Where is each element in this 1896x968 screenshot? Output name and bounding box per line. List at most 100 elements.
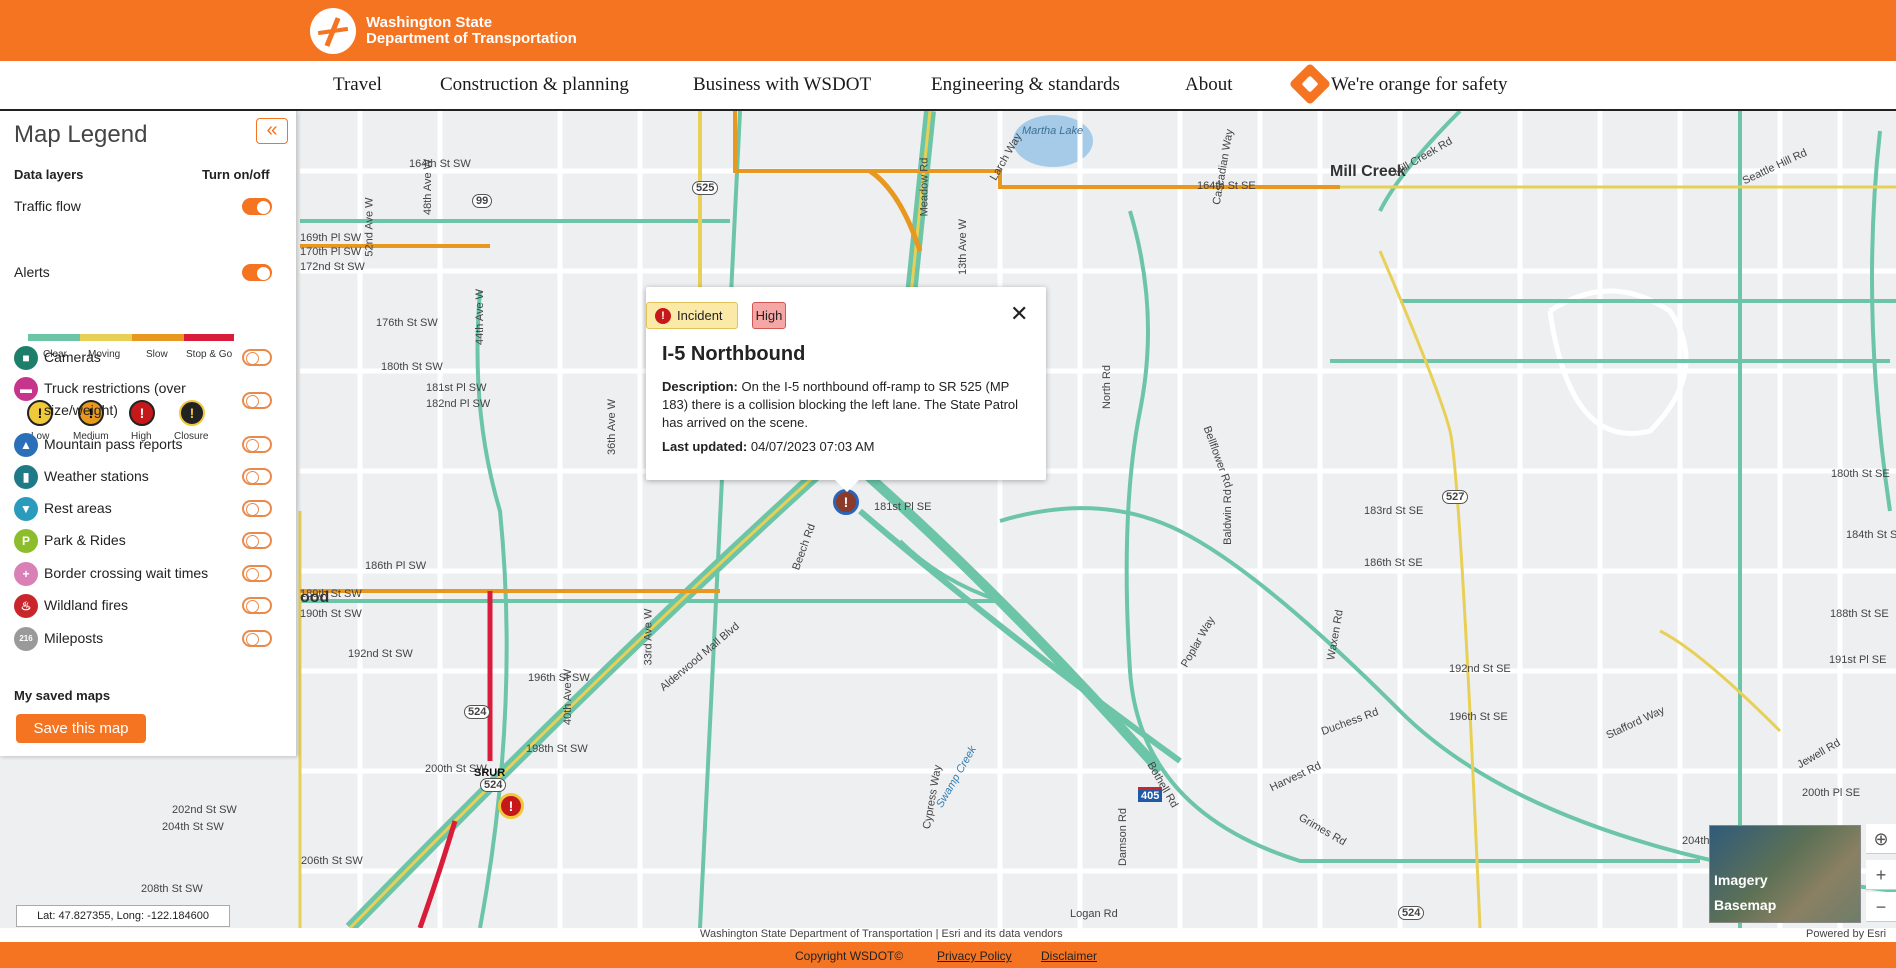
rest-area-icon: ▼ <box>14 497 38 521</box>
street-label: 164th St SW <box>409 158 471 170</box>
layer-park-label: Park & Rides <box>44 532 126 548</box>
congested-roads <box>298 111 1896 928</box>
street-label: 196th St SE <box>1449 711 1508 723</box>
agency-name-line2: Department of Transportation <box>366 30 577 47</box>
local-roads <box>300 111 1896 928</box>
nav-engineering-standards[interactable]: Engineering & standards <box>931 74 1120 96</box>
border-crossing-icon: + <box>14 562 38 586</box>
street-label: 208th St SW <box>141 883 203 895</box>
flow-moving-swatch <box>80 334 132 341</box>
site-header: Washington State Department of Transport… <box>0 0 1896 61</box>
street-label: 184th St SE <box>1846 529 1896 541</box>
alerts-toggle[interactable] <box>242 264 272 281</box>
route-shield-524: 524 <box>480 778 507 792</box>
imagery-basemap-toggle[interactable]: Imagery Basemap <box>1709 825 1861 923</box>
layer-truck-label: Truck restrictions (over <box>44 380 186 396</box>
layer-truck-label-2: size/weight) <box>44 402 118 418</box>
layer-border-toggle[interactable] <box>242 565 272 582</box>
saved-maps-heading: My saved maps <box>14 688 111 703</box>
street-label: Damson Rd <box>1117 807 1130 867</box>
layer-mileposts-toggle[interactable] <box>242 630 272 647</box>
nav-construction-planning[interactable]: Construction & planning <box>440 74 629 96</box>
map-attribution: Washington State Department of Transport… <box>0 928 1896 942</box>
street-label: 202nd St SW <box>172 804 237 816</box>
coordinates-readout: Lat: 47.827355, Long: -122.184600 <box>16 905 230 927</box>
street-label: 180th St SE <box>1831 468 1890 480</box>
save-map-button[interactable]: Save this map <box>16 714 146 743</box>
street-label: 182nd Pl SW <box>426 398 491 410</box>
street-label: 188th St SE <box>1830 608 1889 620</box>
close-icon[interactable]: ✕ <box>1010 301 1028 327</box>
street-label: 181st Pl SE <box>874 501 932 513</box>
legend-title: Map Legend <box>14 121 148 148</box>
flow-stop-go-label: Stop & Go <box>186 349 233 360</box>
camera-icon: ■ <box>14 346 38 370</box>
traffic-flow-toggle[interactable] <box>242 198 272 215</box>
street-label: 206th St SW <box>301 855 363 867</box>
route-shield-99: 99 <box>472 194 493 208</box>
layer-rest-label: Rest areas <box>44 500 112 516</box>
map-legend-panel: Map Legend « Data layers Turn on/off Tra… <box>0 111 297 756</box>
site-footer: Copyright WSDOT© Privacy Policy Disclaim… <box>0 942 1896 968</box>
street-label: 180th St SW <box>381 361 443 373</box>
layer-fires-toggle[interactable] <box>242 597 272 614</box>
layer-cameras-label: Cameras <box>44 349 101 365</box>
route-shield-527: 527 <box>1442 490 1469 504</box>
nav-about[interactable]: About <box>1185 74 1233 96</box>
selected-incident-marker[interactable]: ! <box>833 489 859 515</box>
street-label: 189th St SW <box>300 588 362 600</box>
incident-marker[interactable]: ! <box>498 793 524 819</box>
street-label: 48th Ave W <box>422 158 435 216</box>
nav-business-with-wsdot[interactable]: Business with WSDOT <box>693 74 871 96</box>
street-label: 186th St SE <box>1364 557 1423 569</box>
weather-station-icon: ▮ <box>14 465 38 489</box>
street-label: 200th Pl SE <box>1802 787 1861 799</box>
layer-mountain-toggle[interactable] <box>242 436 272 453</box>
alert-closure-icon: ! <box>179 400 205 426</box>
traffic-flow-label: Traffic flow <box>14 198 81 214</box>
route-shield-524: 524 <box>464 705 491 719</box>
street-label: 170th Pl SW <box>300 246 362 258</box>
disclaimer-link[interactable]: Disclaimer <box>1041 949 1097 963</box>
street-label: 44th Ave W <box>474 288 487 346</box>
layer-weather-label: Weather stations <box>44 468 149 484</box>
zoom-out-button[interactable]: − <box>1866 892 1896 922</box>
collapse-legend-button[interactable]: « <box>256 118 288 144</box>
milepost-icon: 216 <box>14 627 38 651</box>
street-label: 198th St SW <box>526 743 588 755</box>
street-label: 169th Pl SW <box>300 232 362 244</box>
alerts-label: Alerts <box>14 264 50 280</box>
street-label: Logan Rd <box>1070 908 1118 920</box>
flow-slow-swatch <box>132 334 184 341</box>
street-label: North Rd <box>1101 364 1114 410</box>
layer-truck-toggle[interactable] <box>242 392 272 409</box>
wsdot-logo[interactable]: Washington State Department of Transport… <box>310 8 577 54</box>
zoom-in-button[interactable]: + <box>1866 860 1896 890</box>
park-ride-icon: P <box>14 529 38 553</box>
turn-on-off-heading: Turn on/off <box>202 167 270 182</box>
street-label: 176th St SW <box>376 317 438 329</box>
layer-park-toggle[interactable] <box>242 532 272 549</box>
street-label: Meadow Rd <box>918 157 931 217</box>
layer-border-label: Border crossing wait times <box>44 565 209 581</box>
street-label: 192nd St SE <box>1449 663 1511 675</box>
layer-weather-toggle[interactable] <box>242 468 272 485</box>
layer-cameras-toggle[interactable] <box>242 349 272 366</box>
nav-travel[interactable]: Travel <box>333 74 382 96</box>
flow-stop-go-swatch <box>184 334 234 341</box>
layer-mileposts-label: Mileposts <box>44 630 104 646</box>
privacy-policy-link[interactable]: Privacy Policy <box>937 949 1012 963</box>
street-label: 183rd St SE <box>1364 505 1424 517</box>
street-label: 196th St SW <box>528 672 590 684</box>
street-label: 186th Pl SW <box>365 560 427 572</box>
street-label: 181st Pl SW <box>426 382 487 394</box>
popup-title: I-5 Northbound <box>662 343 806 365</box>
incident-type-tag: ! Incident <box>646 302 738 329</box>
locate-icon[interactable]: ⊕ <box>1866 824 1896 854</box>
layer-fires-label: Wildland fires <box>44 597 129 613</box>
nav-orange-for-safety[interactable]: We're orange for safety <box>1331 74 1508 96</box>
main-nav: Travel Construction & planning Business … <box>0 61 1896 111</box>
layer-rest-toggle[interactable] <box>242 500 272 517</box>
layer-mountain-label: Mountain pass reports <box>44 436 183 452</box>
arterial-roads <box>300 111 1896 928</box>
